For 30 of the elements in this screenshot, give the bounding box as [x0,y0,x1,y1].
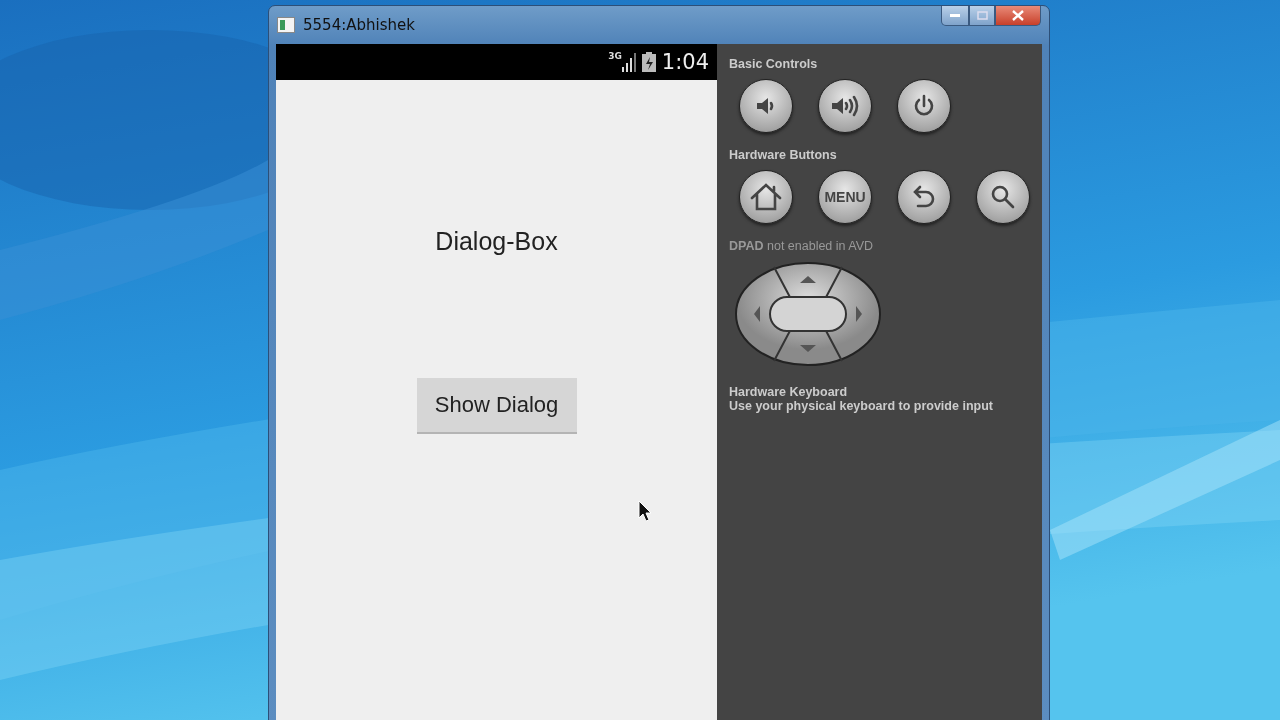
section-title: Hardware Keyboard [729,385,849,399]
search-button[interactable] [976,170,1030,224]
menu-button[interactable]: MENU [818,170,872,224]
network-label: 3G [608,51,622,61]
speaker-loud-icon [830,94,860,118]
back-button[interactable] [897,170,951,224]
close-button[interactable] [995,6,1041,26]
close-icon [1012,10,1024,21]
cursor-icon [638,500,652,522]
battery-icon [641,52,656,72]
section-title: DPAD not enabled in AVD [729,239,875,253]
section-title: Hardware Buttons [729,148,838,162]
minimize-button[interactable] [941,6,969,26]
window-title: 5554:Abhishek [303,16,416,34]
signal-icon [621,52,636,72]
section-title: Basic Controls [729,57,819,71]
maximize-icon [976,11,988,20]
clock-time: 1:04 [661,50,709,74]
search-icon [989,183,1017,211]
home-icon [749,182,783,212]
show-dialog-button[interactable]: Show Dialog [416,378,577,434]
volume-down-button[interactable] [739,79,793,133]
app-title: Dialog-Box [435,227,558,256]
home-button[interactable] [739,170,793,224]
maximize-button[interactable] [969,6,995,26]
power-button[interactable] [897,79,951,133]
keyboard-hint: Use your physical keyboard to provide input [729,399,994,413]
minimize-icon [950,13,960,18]
app-icon [277,17,295,33]
volume-up-button[interactable] [818,79,872,133]
